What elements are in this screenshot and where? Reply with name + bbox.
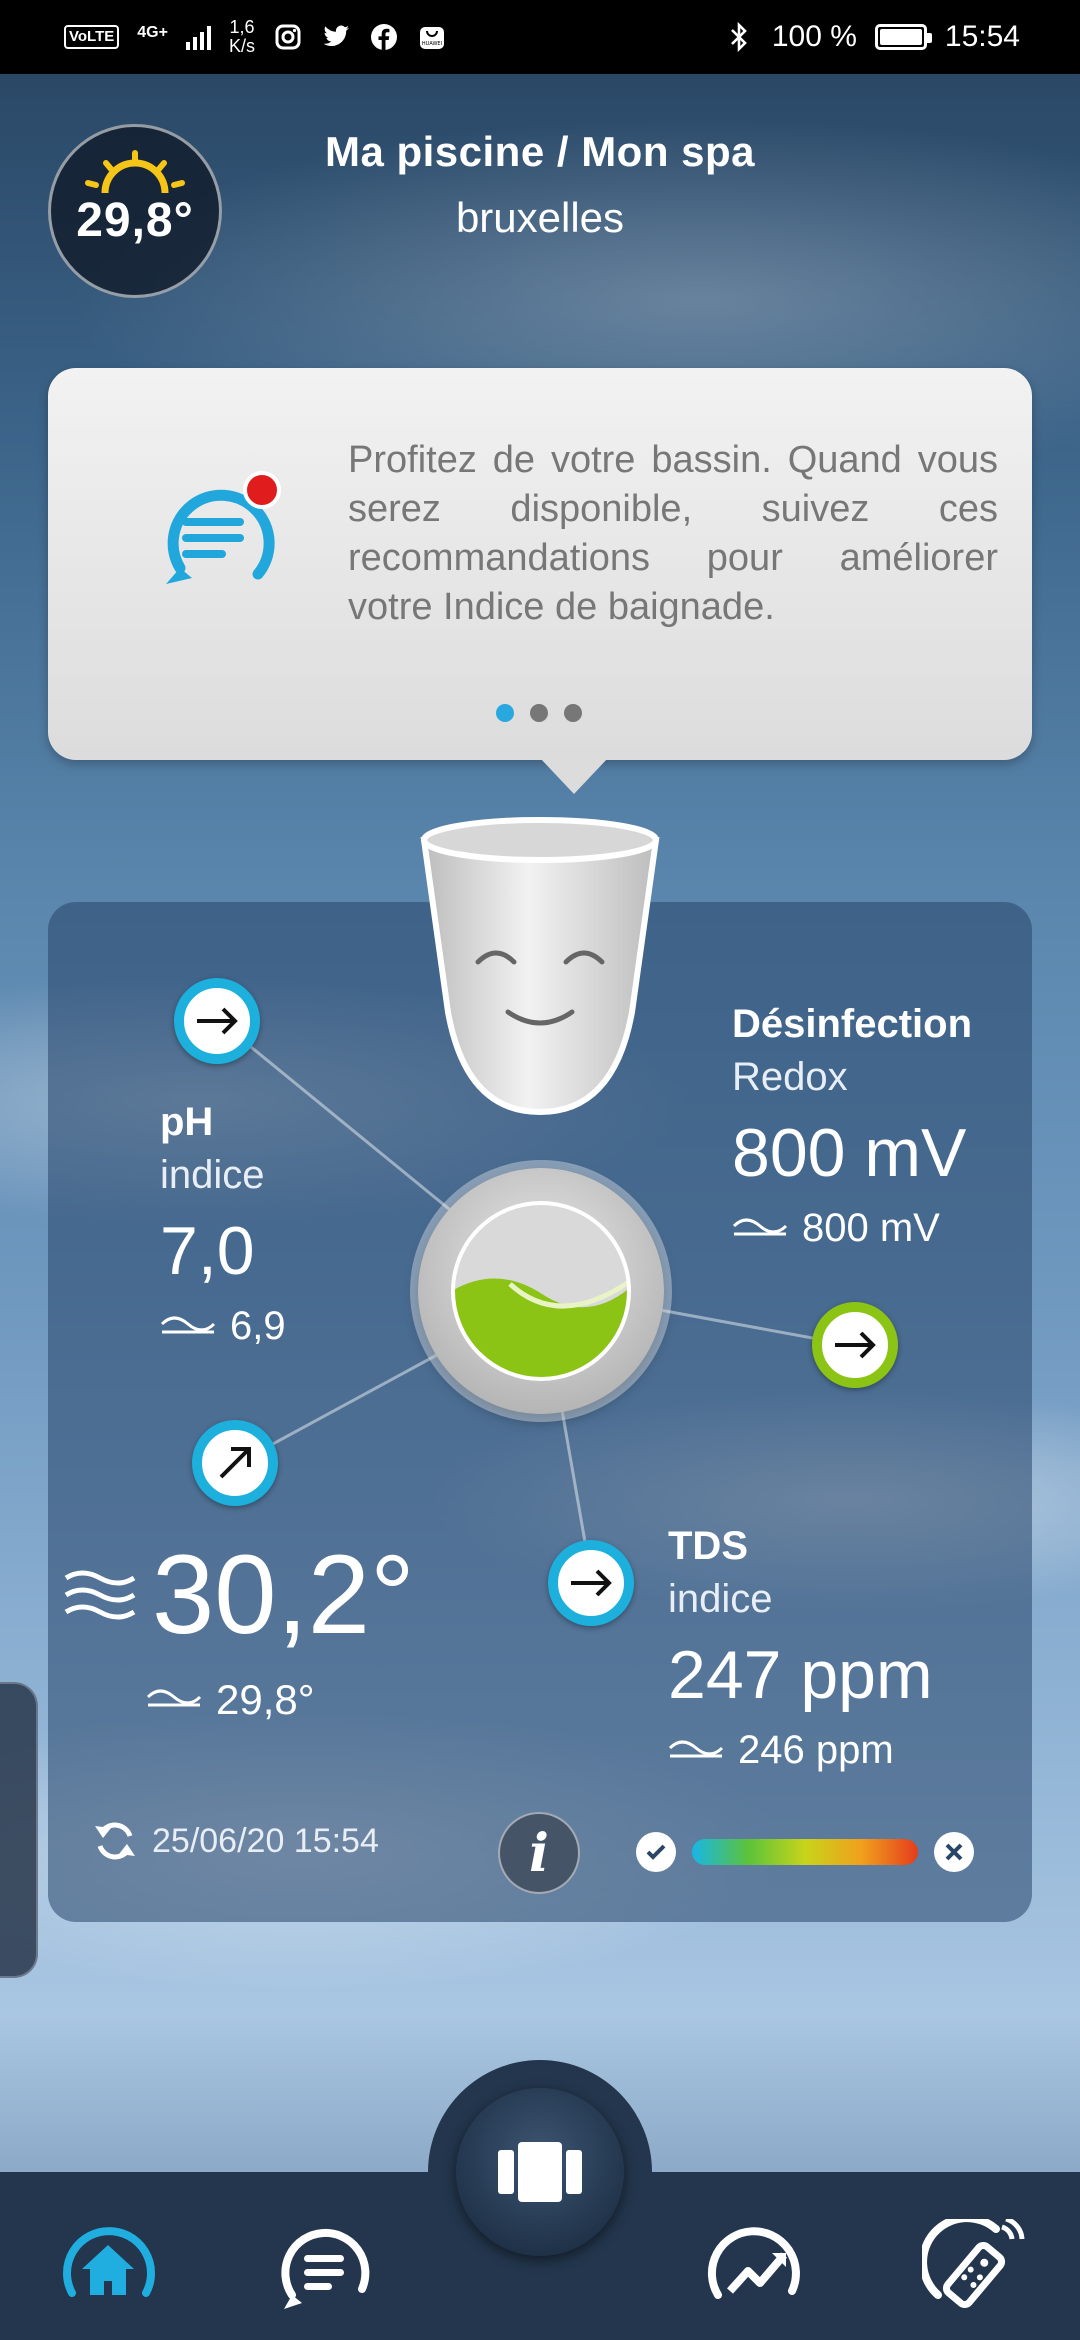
twitter-icon [321,22,351,52]
instagram-icon [273,22,303,52]
pagination-dots[interactable] [496,704,582,722]
huawei-app-icon: HUAWEI [417,22,447,52]
central-device-icon [498,2142,582,2202]
average-icon [160,1316,216,1333]
ph-title: pH [160,1100,214,1144]
ph-value: 7,0 [160,1213,255,1289]
facebook-icon [369,22,399,52]
page-title: Ma piscine / Mon spa [324,128,756,175]
water-temperature-average-value: 29,8° [216,1676,315,1723]
ph-average-value: 6,9 [230,1304,286,1348]
recommendation-text: Profitez de votre bassin. Quand vous ser… [348,439,998,628]
disinfection-detail-button[interactable] [812,1302,898,1388]
home-icon [63,2227,155,2297]
svg-text:HUAWEI: HUAWEI [422,41,442,47]
water-level-icon [451,1201,631,1381]
header: Ma piscine / Mon spa bruxelles [0,128,1080,242]
refresh-icon [95,1822,135,1860]
last-update[interactable]: 25/06/20 15:54 [92,1818,379,1864]
chat-notification-icon [166,471,281,584]
info-icon: i [529,1822,549,1884]
average-icon [732,1218,788,1235]
arrow-right-icon [835,1331,876,1359]
temperature-detail-button[interactable] [192,1420,278,1506]
ph-detail-button[interactable] [174,978,260,1064]
quality-gradient-bar [692,1839,918,1865]
average-icon [668,1740,724,1757]
disinfection-value: 800 mV [732,1115,967,1191]
check-icon [636,1832,676,1872]
tds-average: 246 ppm [668,1728,933,1773]
recommendation-card[interactable]: Profitez de votre bassin. Quand vous ser… [48,368,1032,794]
nav-messages[interactable] [270,2212,378,2320]
tds-value: 247 ppm [668,1637,933,1713]
arrow-right-icon [197,1007,238,1035]
disinfection-average: 800 mV [732,1206,972,1251]
water-temperature: 30,2° [64,1530,415,1659]
network-speed: 1,6 K/s [228,17,255,56]
messages-icon [281,2228,370,2309]
quality-scale [636,1832,974,1872]
nav-trends[interactable] [700,2212,808,2320]
arrow-up-right-icon [219,1447,251,1479]
mascot-cup-icon [420,817,660,1116]
volte-badge: VoLTE [64,25,120,49]
page-dot-2[interactable] [530,704,548,722]
nav-home[interactable] [54,2212,162,2320]
side-drawer-handle[interactable] [0,1682,38,1978]
water-waves-icon [64,1570,136,1619]
page-dot-3[interactable] [564,704,582,722]
trend-icon [707,2227,800,2299]
average-icon [146,1689,202,1707]
disinfection-average-value: 800 mV [802,1206,940,1250]
ph-metric: pH indice 7,0 6,9 [160,1100,286,1349]
tds-metric: TDS indice 247 ppm 246 ppm [668,1524,933,1773]
clock: 15:54 [944,20,1020,53]
last-update-timestamp: 25/06/20 15:54 [152,1821,379,1860]
info-button[interactable]: i [498,1812,580,1894]
signal-icon [185,24,211,50]
disinfection-title: Désinfection [732,1002,973,1046]
tds-detail-button[interactable] [548,1540,634,1626]
remote-control-icon [922,2219,1025,2309]
status-bar: VoLTE 4G+ 1,6 K/s HUAWEI 100 % 15:54 [0,0,1080,74]
tds-title: TDS [668,1524,748,1568]
water-temperature-average: 29,8° [146,1676,315,1724]
central-device-button[interactable] [456,2088,624,2256]
network-type: 4G+ [137,24,168,41]
battery-icon [874,24,932,50]
city-name: bruxelles [455,194,625,241]
bluetooth-icon [724,22,754,52]
disinfection-subtitle: Redox [732,1055,848,1099]
close-icon [934,1832,974,1872]
tds-average-value: 246 ppm [738,1728,894,1772]
nav-remote[interactable] [920,2212,1028,2320]
battery-percent: 100 % [771,20,857,53]
ph-average: 6,9 [160,1304,286,1349]
bathing-index-gauge[interactable] [418,1168,664,1414]
tds-subtitle: indice [668,1577,773,1621]
water-temperature-value: 30,2° [152,1532,415,1657]
ph-subtitle: indice [160,1153,265,1197]
arrow-right-icon [571,1569,612,1597]
disinfection-metric: Désinfection Redox 800 mV 800 mV [732,1002,972,1251]
page-dot-1[interactable] [496,704,514,722]
